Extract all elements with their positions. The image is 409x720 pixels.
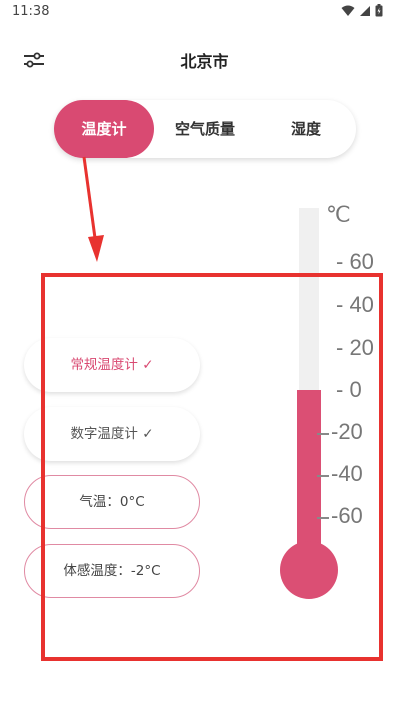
scale-label: - 0 [336,377,362,402]
scale-label: - 60 [336,249,374,274]
status-bar: 11:38 [0,0,409,26]
thermometer-track [299,208,319,392]
tab-thermometer[interactable]: 温度计 [54,100,154,158]
status-time: 11:38 [12,4,50,19]
scale-tick [317,475,329,477]
tab-bar: 温度计 空气质量 湿度 [54,100,356,158]
wifi-icon [341,5,355,16]
annotation-arrow [82,156,97,239]
scale-tick [317,433,329,435]
scale-tick [317,517,329,519]
scale-label: -40 [331,461,363,486]
tab-air-quality[interactable]: 空气质量 [159,100,251,158]
scale-label: - 20 [336,335,374,360]
tab-humidity[interactable]: 湿度 [266,100,346,158]
annotation-arrowhead [88,235,104,262]
regular-thermometer-button[interactable]: 常规温度计 ✓ [24,338,200,392]
feels-like-display: 体感温度：-2°C [24,544,200,598]
digital-thermometer-button[interactable]: 数字温度计 ✓ [24,407,200,461]
unit-label: ℃ [326,202,351,227]
signal-icon [360,5,370,16]
air-temperature-display: 气温：0°C [24,475,200,529]
scale-label: -20 [331,419,363,444]
page-title: 北京市 [180,52,229,71]
scale-label: -60 [331,503,363,528]
status-icons [341,4,383,17]
thermometer-bulb [280,541,338,599]
scale-label: - 40 [336,292,374,317]
battery-icon [375,4,383,17]
